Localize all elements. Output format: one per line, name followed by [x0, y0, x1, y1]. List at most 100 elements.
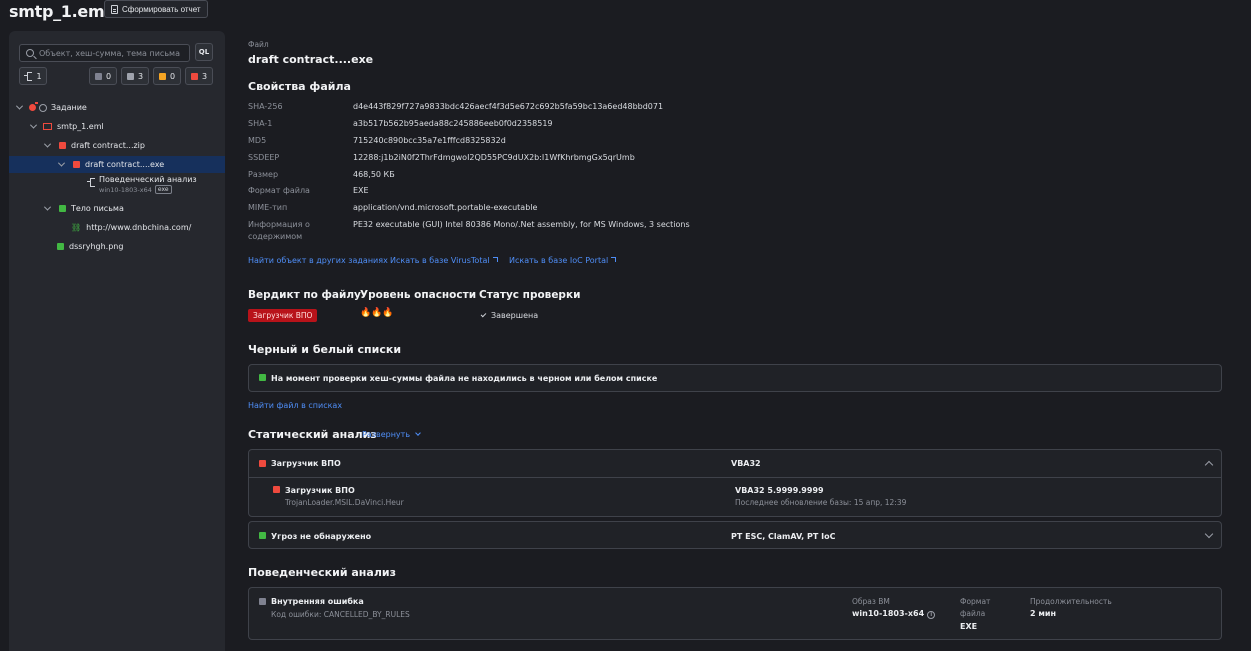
- lists-message: На момент проверки хеш-суммы файла не на…: [271, 374, 658, 383]
- prop-key: MD5: [248, 136, 267, 145]
- yellow-square-icon: [158, 72, 166, 80]
- yellow-count-button[interactable]: 0: [153, 67, 181, 85]
- detection-engine: VBA32 5.9999.9999: [735, 486, 824, 495]
- tree-item-label: Тело письма: [71, 204, 124, 213]
- green-square-icon: [259, 532, 266, 539]
- tree-item-label: Задание: [51, 103, 87, 112]
- red-count-button[interactable]: 3: [185, 67, 213, 85]
- info-icon[interactable]: i: [927, 611, 936, 619]
- chevron-down-icon[interactable]: [57, 161, 65, 169]
- size-value: 468,50 КБ: [353, 170, 395, 179]
- tree-item-png[interactable]: dssryhgh.png: [9, 238, 225, 255]
- sidebar: QL 1 0 3 0 3 Задание smtp_1.eml draft co…: [9, 31, 225, 651]
- static-analysis-title: Статический анализ: [248, 428, 377, 441]
- malware-icon: [29, 102, 38, 111]
- behavior-card[interactable]: Внутренняя ошибка Код ошибки: CANCELLED_…: [248, 587, 1222, 640]
- generate-report-button[interactable]: Сформировать отчет: [104, 0, 208, 18]
- find-in-other-tasks-link[interactable]: Найти объект в других заданиях: [248, 256, 388, 265]
- group-name: Загрузчик ВПО: [271, 459, 341, 468]
- static-group-clean[interactable]: Угроз не обнаружено PT ESC, ClamAV, PT I…: [248, 521, 1222, 549]
- format-label-1: Формат: [960, 597, 991, 606]
- prop-key: SHA-256: [248, 102, 283, 111]
- file-icon: [126, 72, 134, 80]
- prop-key: SHA-1: [248, 119, 273, 128]
- ql-button[interactable]: QL: [195, 43, 213, 61]
- tree-item-body[interactable]: Тело письма: [9, 200, 225, 217]
- generate-report-label: Сформировать отчет: [122, 4, 201, 14]
- ssdeep-value: 12288:j1b2iN0f2ThrFdmgwoI2QD55PC9dUX2b:I…: [353, 153, 635, 162]
- file-kind-label: Файл: [248, 40, 269, 49]
- format-tag: exe: [154, 185, 172, 194]
- yellow-count: 0: [169, 71, 176, 81]
- prop-key: Размер: [248, 170, 279, 179]
- tree-item-label: dssryhgh.png: [69, 242, 124, 251]
- search-input[interactable]: [39, 48, 189, 58]
- search-icon: [26, 49, 34, 57]
- chevron-up-icon[interactable]: [1204, 460, 1214, 470]
- find-in-lists-link[interactable]: Найти файл в списках: [248, 401, 342, 410]
- prop-key: MIME-тип: [248, 203, 288, 212]
- format-value: EXE: [960, 622, 978, 631]
- green-file-icon: [57, 243, 64, 250]
- prop-key: SSDEEP: [248, 153, 280, 162]
- check-icon: [480, 311, 487, 318]
- sha1-value: a3b517b562b95aeda88c245886eeb0f0d2358519: [353, 119, 553, 128]
- green-square-icon: [259, 374, 266, 381]
- document-icon: [111, 4, 118, 14]
- files-count-button[interactable]: 3: [121, 67, 149, 85]
- iocportal-link[interactable]: Искать в базе IoC Portal: [509, 256, 617, 265]
- vm-label: Образ ВМ: [852, 597, 890, 606]
- file-properties-title: Свойства файла: [248, 80, 351, 93]
- status-ring-icon: [39, 103, 47, 112]
- danger-title: Уровень опасности: [360, 289, 477, 301]
- gray-count: 0: [105, 71, 112, 81]
- tree-item-exe[interactable]: draft contract....exe: [9, 156, 225, 173]
- status-value: Завершена: [480, 311, 538, 320]
- virustotal-link[interactable]: Искать в базе VirusTotal: [390, 256, 498, 265]
- tree-item-label: Поведенческий анализ: [99, 175, 197, 184]
- group-engines: PT ESC, ClamAV, PT IoC: [731, 532, 836, 541]
- mime-value: application/vnd.microsoft.portable-execu…: [353, 203, 538, 212]
- tree-icon: [24, 72, 33, 81]
- main-panel: Файл draft contract....exe Свойства файл…: [248, 0, 1228, 651]
- expand-link[interactable]: Развернуть: [362, 430, 421, 439]
- tree-item-behavior[interactable]: Поведенческий анализ win10-1803-x64 exe: [9, 175, 225, 197]
- red-count: 3: [201, 71, 208, 81]
- chevron-down-icon[interactable]: [43, 142, 51, 150]
- verdict-badge: Загрузчик ВПО: [248, 309, 318, 322]
- static-group-malware[interactable]: Загрузчик ВПО VBA32 Загрузчик ВПО Trojan…: [248, 449, 1222, 517]
- green-file-icon: [59, 205, 66, 212]
- detection-name: Загрузчик ВПО: [285, 486, 355, 495]
- chevron-down-icon[interactable]: [43, 205, 51, 213]
- external-link-icon: [492, 257, 498, 262]
- virustotal-label: Искать в базе VirusTotal: [390, 256, 490, 265]
- detection-signature: TrojanLoader.MSIL.DaVinci.Heur: [285, 498, 404, 507]
- error-code: Код ошибки: CANCELLED_BY_RULES: [271, 610, 410, 619]
- duration-label: Продолжительность: [1030, 597, 1112, 606]
- format-value: EXE: [353, 186, 369, 195]
- chevron-down-icon[interactable]: [29, 123, 37, 131]
- tree-count-button[interactable]: 1: [19, 67, 47, 85]
- error-title: Внутренняя ошибка: [271, 597, 364, 606]
- divider: [249, 477, 1221, 478]
- tree-item-zip[interactable]: draft contract...zip: [9, 137, 225, 154]
- prop-key-cont: содержимом: [248, 232, 303, 241]
- prop-key: Формат файла: [248, 186, 310, 195]
- tree-item-task[interactable]: Задание: [9, 99, 225, 116]
- tree-item-label: http://www.dnbchina.com/: [86, 223, 192, 232]
- tree-item-label: smtp_1.eml: [57, 122, 104, 131]
- chevron-down-icon[interactable]: [1204, 529, 1214, 539]
- page-title: smtp_1.eml: [9, 2, 110, 21]
- db-update: Последнее обновление базы: 15 апр, 12:39: [735, 498, 907, 507]
- sha256-value: d4e443f829f727a9833bdc426aecf4f3d5e672c6…: [353, 102, 664, 111]
- iocportal-label: Искать в базе IoC Portal: [509, 256, 609, 265]
- lists-title: Черный и белый списки: [248, 343, 402, 356]
- red-file-icon: [73, 161, 80, 168]
- prop-key: Информация о: [248, 220, 310, 229]
- tree-item-eml[interactable]: smtp_1.eml: [9, 118, 225, 135]
- chevron-down-icon[interactable]: [15, 104, 23, 112]
- status-title: Статус проверки: [479, 289, 581, 301]
- gray-count-button[interactable]: 0: [89, 67, 117, 85]
- tree-item-url[interactable]: ⛓ http://www.dnbchina.com/: [9, 219, 225, 236]
- chevron-down-icon: [414, 430, 421, 436]
